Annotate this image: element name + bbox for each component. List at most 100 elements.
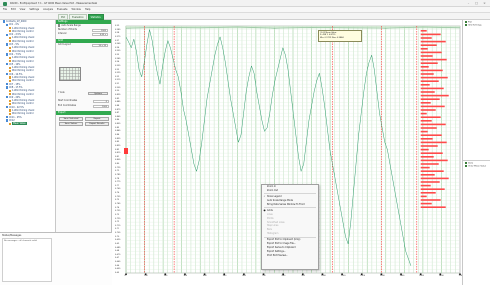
context-menu-item[interactable]: Print Plot Preview... <box>262 254 318 258</box>
x-tick-label: 900 <box>301 275 305 277</box>
menu-window[interactable]: Window <box>71 7 80 12</box>
y-tick-label: 0.745 <box>115 202 121 205</box>
histogram-bar <box>420 156 434 158</box>
x-tick-label: 600 <box>242 275 246 277</box>
maximize-icon[interactable]: □ <box>474 1 479 5</box>
window-controls: – □ × <box>466 1 487 5</box>
tree-item-label: Mean Value <box>11 122 27 126</box>
export-button[interactable]: Export <box>85 117 109 121</box>
document-icon <box>9 112 12 115</box>
y-tick-label: 0.70 <box>115 235 120 238</box>
menu-settings[interactable]: Settings <box>29 7 39 12</box>
histogram-bar <box>420 40 446 43</box>
interval-label: Interval <box>58 32 67 35</box>
y-tick-label: 0.975 <box>115 35 121 38</box>
folder-icon <box>6 119 9 122</box>
document-icon <box>9 30 12 33</box>
interval-row: Interval 0.05 s <box>56 32 111 36</box>
y-tick-label: 0.765 <box>115 188 121 191</box>
folder-icon <box>6 106 9 109</box>
right-item-label: Ch12 Mean Value <box>468 165 487 168</box>
histogram-bar <box>420 30 427 32</box>
right-item-label: Grid Settings <box>468 24 482 27</box>
y-tick-label: 0.75 <box>115 199 120 202</box>
export-results-button[interactable]: Export Results <box>85 122 109 126</box>
close-icon[interactable]: × <box>482 1 487 5</box>
y-tick-label: 0.93 <box>115 68 120 71</box>
context-menu-label: Show Legend <box>267 194 282 198</box>
minimize-icon[interactable]: – <box>466 1 471 5</box>
menu-help[interactable]: Help <box>85 7 90 12</box>
y-tick-label: 0.715 <box>115 224 121 227</box>
tree-item[interactable]: Mean Value <box>0 122 55 126</box>
right-item-series[interactable]: Ch12 Mean Value <box>463 165 490 169</box>
y-tick-label: 0.685 <box>115 246 121 249</box>
context-menu-item[interactable]: Bring Data Series Window To Front <box>262 203 318 207</box>
y-tick-label: 0.675 <box>115 253 121 256</box>
y-tick-label: 0.90 <box>115 90 120 93</box>
tooltip-line: Min: 0.9712 Max: 0.9884 <box>320 36 344 39</box>
y-tick-label: 0.795 <box>115 166 121 169</box>
start-coord-label: Start Coordinates <box>58 99 78 102</box>
y-tick-label: 0.97 <box>115 39 120 42</box>
menu-view[interactable]: View <box>20 7 26 12</box>
histogram-bar <box>420 98 440 100</box>
y-tick-label: 0.915 <box>115 79 121 82</box>
y-tick-label: 0.665 <box>115 261 121 264</box>
y-tick-label: 0.68 <box>115 250 120 253</box>
x-tick-label: 800 <box>281 275 286 277</box>
document-icon <box>9 40 12 43</box>
application-window: DAVID - EcoEquipment 7.1 - GT 4000 Mean … <box>0 0 490 285</box>
context-menu-item[interactable]: Zoom Out <box>262 189 318 193</box>
start-coord-field[interactable]: 0 <box>93 99 109 103</box>
window-title: DAVID - EcoEquipment 7.1 - GT 4000 Mean … <box>10 2 98 5</box>
folder-icon <box>6 86 9 89</box>
save-selected-button[interactable]: Save Selected <box>59 117 83 121</box>
y-tick-label: 0.725 <box>115 217 121 220</box>
end-coord-label: End Coordinates <box>58 104 76 107</box>
y-tick-label: 0.825 <box>115 144 121 147</box>
x-tick-label: 400 <box>203 275 207 277</box>
right-item-grid[interactable]: Grid Settings <box>463 24 490 28</box>
end-coord-field[interactable]: 1000 <box>93 104 109 108</box>
toolbar: Plot Evaluation Statistics <box>0 13 490 20</box>
histogram-bar <box>420 141 447 144</box>
document-icon <box>9 46 12 49</box>
save-values-button[interactable]: Save Values <box>59 122 83 126</box>
histogram-bar <box>420 206 446 208</box>
folder-icon <box>6 96 9 99</box>
context-menu-label: Export Plot to Clipboard (bmp) <box>267 238 301 242</box>
histogram-bar <box>420 145 438 147</box>
menu-file[interactable]: File <box>3 7 7 12</box>
y-tick-label: 0.96 <box>115 46 120 49</box>
grid-layout-field[interactable]: 10 x 10 <box>92 43 108 47</box>
context-menu-label: Zoom Out <box>267 188 278 192</box>
menu-evaluate[interactable]: Evaluate <box>57 7 67 12</box>
interval-field[interactable]: 0.05 s <box>92 32 108 36</box>
histogram-bar <box>420 94 449 97</box>
y-tick-label: 0.815 <box>115 152 121 155</box>
top-band-fill <box>126 26 460 29</box>
histogram-bar <box>420 199 441 201</box>
document-icon <box>9 56 12 59</box>
cursor-marker-icon <box>124 148 128 154</box>
folder-icon <box>6 23 9 26</box>
folder-icon <box>6 73 9 76</box>
document-icon <box>9 50 12 53</box>
document-icon <box>9 99 12 102</box>
document-icon <box>9 102 12 106</box>
y-tick-label: 0.94 <box>115 61 120 64</box>
histogram-bar <box>420 148 429 151</box>
menu-analysis[interactable]: Analysis <box>43 7 53 12</box>
right-item-label: Data <box>468 162 473 164</box>
histogram-bar <box>420 48 428 50</box>
context-menu-label: Lines <box>267 212 273 216</box>
document-icon <box>9 66 12 69</box>
menu-edit[interactable]: Edit <box>11 7 16 12</box>
y-axis-options-button[interactable]: Options <box>88 91 108 96</box>
histogram-bar <box>420 152 443 154</box>
properties-panel: Settings Auto Scale Range Number of Poin… <box>56 20 112 232</box>
y-tick-label: 0.78 <box>115 177 120 180</box>
grid-preview[interactable] <box>59 67 81 81</box>
y-tick-label: 0.79 <box>115 170 120 173</box>
